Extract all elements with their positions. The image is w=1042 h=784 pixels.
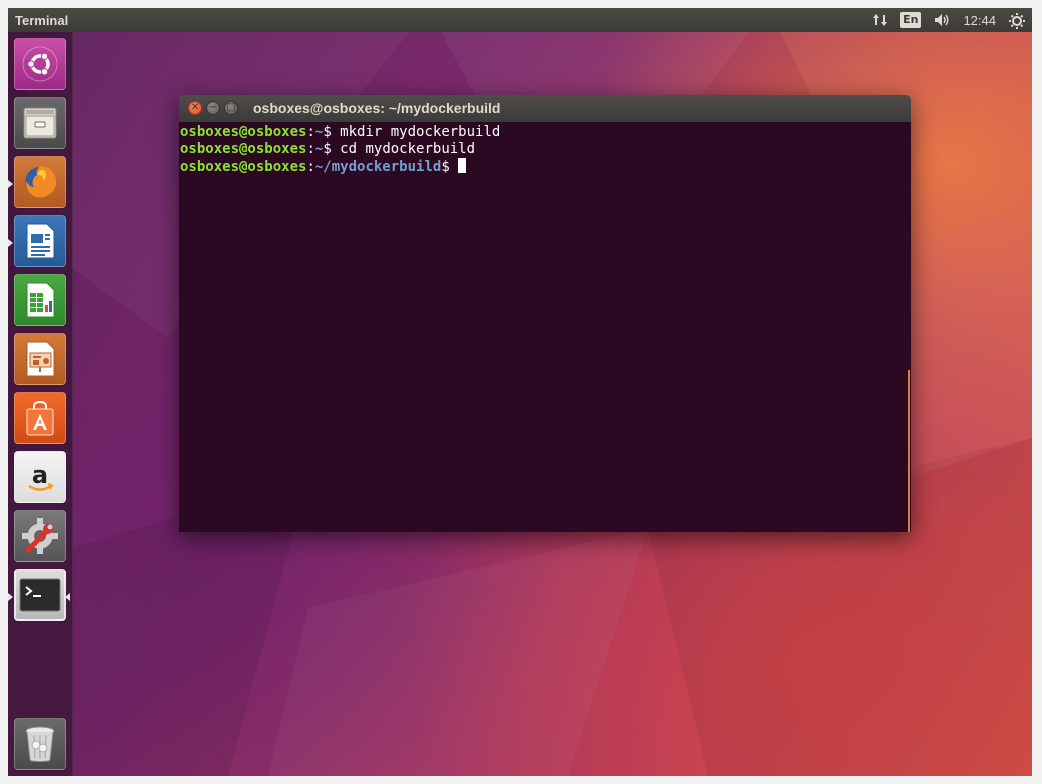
terminal-line: osboxes@osboxes:~$ mkdir mydockerbuild: [180, 124, 501, 140]
launcher: a: [8, 32, 73, 776]
software-bag-icon: [26, 400, 54, 436]
running-indicator-firefox: [8, 180, 13, 188]
clock[interactable]: 12:44: [963, 13, 996, 28]
launcher-item-dash[interactable]: [14, 38, 66, 90]
ubuntu-logo-icon: [22, 46, 58, 82]
close-window-button[interactable]: ✕: [188, 101, 202, 115]
launcher-item-amazon[interactable]: a: [14, 451, 66, 503]
command-text: mkdir mydockerbuild: [340, 124, 501, 140]
command-text: cd mydockerbuild: [340, 141, 476, 157]
top-panel: Terminal En 12:44: [8, 8, 1032, 32]
prompt-user: osboxes@osboxes: [180, 141, 307, 157]
terminal-window[interactable]: ✕ − □ osboxes@osboxes: ~/mydockerbuild o…: [179, 95, 911, 532]
maximize-icon: □: [226, 102, 236, 113]
network-icon[interactable]: [872, 12, 888, 28]
launcher-item-calc[interactable]: [14, 274, 66, 326]
panel-app-title: Terminal: [15, 12, 69, 28]
terminal-line: osboxes@osboxes:~/mydockerbuild$: [180, 158, 911, 176]
settings-wrench-icon: [22, 518, 58, 554]
window-title: osboxes@osboxes: ~/mydockerbuild: [253, 100, 501, 116]
desktop[interactable]: Terminal En 12:44 a ✕ − □ osboxes@osboxe…: [8, 8, 1032, 776]
minimize-window-button[interactable]: −: [206, 101, 220, 115]
prompt-user: osboxes@osboxes: [180, 124, 307, 140]
prompt-path: ~/mydockerbuild: [314, 159, 442, 175]
amazon-icon: a: [28, 461, 54, 491]
trash-icon: [25, 726, 55, 762]
launcher-item-files[interactable]: [14, 97, 66, 149]
running-indicator-writer: [8, 239, 13, 247]
maximize-window-button[interactable]: □: [224, 101, 238, 115]
terminal-line: osboxes@osboxes:~$ cd mydockerbuild: [180, 141, 476, 157]
window-titlebar[interactable]: ✕ − □ osboxes@osboxes: ~/mydockerbuild: [179, 95, 911, 122]
text-cursor: [457, 158, 466, 173]
minimize-icon: −: [208, 102, 218, 113]
launcher-item-impress[interactable]: [14, 333, 66, 385]
launcher-item-firefox[interactable]: [14, 156, 66, 208]
terminal-output[interactable]: osboxes@osboxes:~$ mkdir mydockerbuild o…: [179, 122, 911, 532]
scrollbar-indicator[interactable]: [908, 370, 910, 532]
running-indicator-terminal: [8, 593, 13, 601]
svg-text:a: a: [32, 461, 48, 489]
terminal-icon: [19, 578, 61, 612]
launcher-item-settings[interactable]: [14, 510, 66, 562]
launcher-item-software[interactable]: [14, 392, 66, 444]
volume-icon[interactable]: [933, 12, 951, 28]
writer-icon: [26, 223, 55, 259]
file-cabinet-icon: [23, 107, 57, 139]
launcher-item-terminal[interactable]: [14, 569, 66, 621]
launcher-item-trash[interactable]: [14, 718, 66, 770]
firefox-icon: [25, 166, 57, 198]
keyboard-language-indicator[interactable]: En: [900, 12, 922, 28]
prompt-user: osboxes@osboxes: [180, 159, 307, 175]
indicator-area: En 12:44: [872, 8, 1026, 32]
calc-icon: [26, 282, 55, 318]
launcher-item-writer[interactable]: [14, 215, 66, 267]
impress-icon: [26, 341, 55, 377]
close-icon: ✕: [190, 102, 200, 113]
focused-indicator-terminal: [65, 593, 70, 601]
system-gear-icon[interactable]: [1008, 11, 1026, 29]
